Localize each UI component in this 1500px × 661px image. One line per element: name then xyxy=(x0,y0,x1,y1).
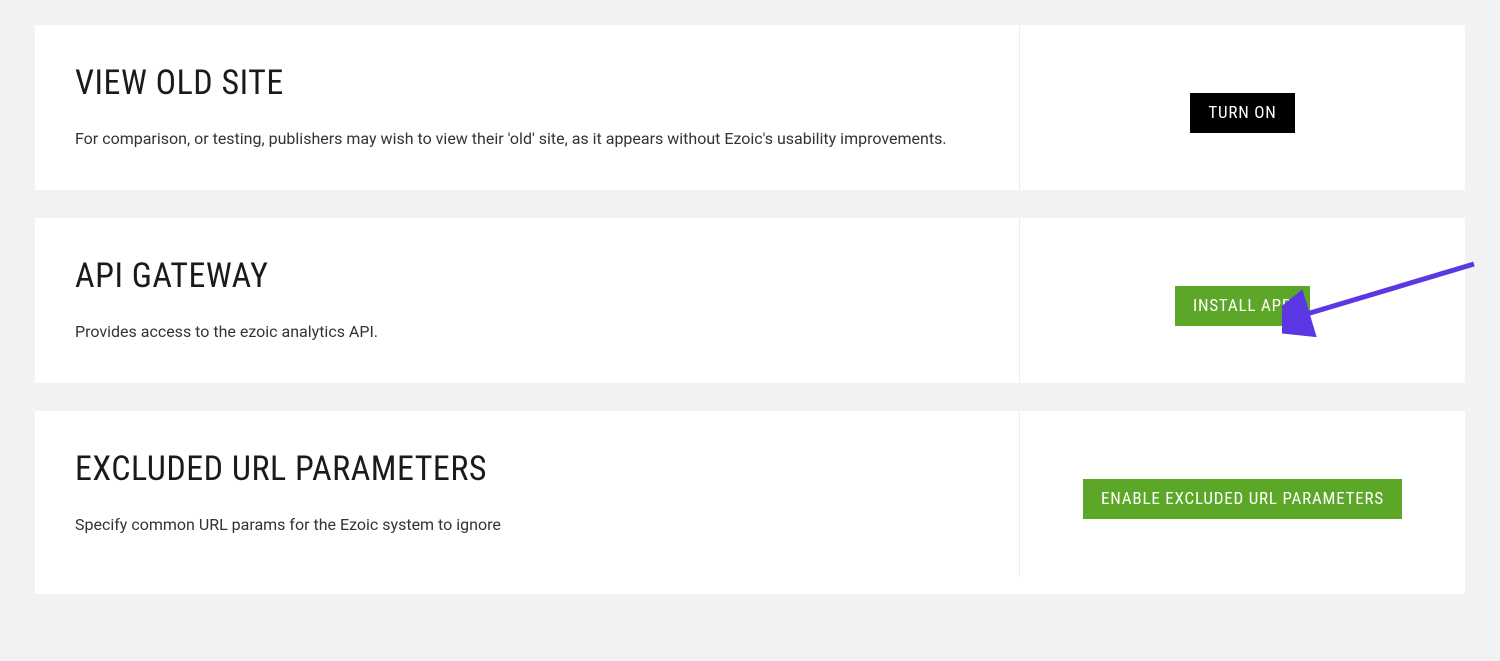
turn-on-button[interactable]: TURN ON xyxy=(1190,93,1294,133)
card-api-gateway: API GATEWAY Provides access to the ezoic… xyxy=(35,218,1465,383)
card-content: VIEW OLD SITE For comparison, or testing… xyxy=(35,25,1020,190)
card-view-old-site: VIEW OLD SITE For comparison, or testing… xyxy=(35,25,1465,190)
enable-excluded-url-parameters-button[interactable]: ENABLE EXCLUDED URL PARAMETERS xyxy=(1083,479,1402,519)
card-title: EXCLUDED URL PARAMETERS xyxy=(75,449,979,489)
card-action-area: INSTALL APP xyxy=(1020,218,1465,383)
card-content: API GATEWAY Provides access to the ezoic… xyxy=(35,218,1020,383)
card-content: EXCLUDED URL PARAMETERS Specify common U… xyxy=(35,411,1020,576)
card-description: Provides access to the ezoic analytics A… xyxy=(75,318,979,345)
card-description: Specify common URL params for the Ezoic … xyxy=(75,511,979,538)
card-action-area: TURN ON xyxy=(1020,25,1465,190)
card-description: For comparison, or testing, publishers m… xyxy=(75,125,979,152)
card-action-area: ENABLE EXCLUDED URL PARAMETERS xyxy=(1020,411,1465,576)
card-excluded-url-parameters: EXCLUDED URL PARAMETERS Specify common U… xyxy=(35,411,1465,576)
card-title: API GATEWAY xyxy=(75,256,979,296)
install-app-button[interactable]: INSTALL APP xyxy=(1175,286,1310,326)
card-title: VIEW OLD SITE xyxy=(75,63,979,103)
